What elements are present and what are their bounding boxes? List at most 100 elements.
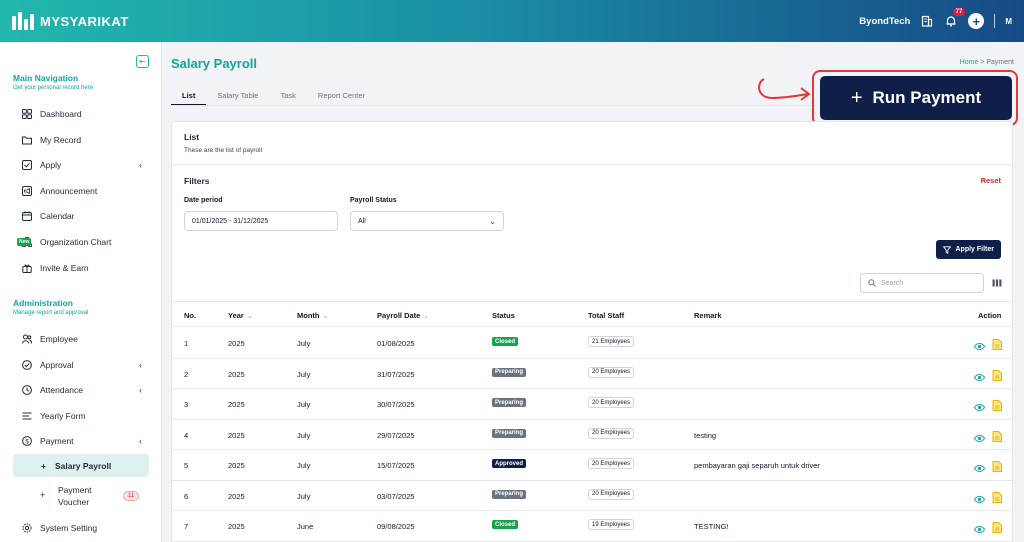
tab-salary-table[interactable]: Salary Table bbox=[206, 86, 269, 106]
collapse-sidebar-icon[interactable]: ⇤ bbox=[136, 55, 149, 68]
search-input[interactable]: Search bbox=[860, 273, 984, 293]
table-row: 1 2025 July 01/08/2025 Closed 21 Employees bbox=[172, 328, 1012, 359]
run-payment-button[interactable]: + Run Payment bbox=[820, 76, 1012, 120]
sidebar-item-employee[interactable]: Employee bbox=[22, 331, 142, 347]
gear-icon bbox=[22, 523, 32, 533]
sidebar-item-dashboard[interactable]: Dashboard bbox=[22, 106, 142, 122]
sidebar-item-organization-chart[interactable]: New Organization Chart bbox=[17, 234, 142, 250]
sidebar-subitem-payment-voucher[interactable]: + Payment Voucher 11 bbox=[40, 482, 150, 510]
eye-icon[interactable] bbox=[973, 430, 986, 442]
sidebar-item-attendance[interactable]: Attendance ‹ bbox=[22, 382, 142, 398]
sidebar-item-label: Announcement bbox=[40, 186, 98, 196]
eye-icon[interactable] bbox=[973, 521, 986, 533]
cell-year: 2025 bbox=[228, 339, 245, 348]
chevron-left-icon: ‹ bbox=[139, 436, 142, 446]
users-icon bbox=[22, 334, 32, 344]
eye-icon[interactable] bbox=[973, 399, 986, 411]
sidebar-item-yearly-form[interactable]: Yearly Form bbox=[22, 408, 142, 424]
cell-year: 2025 bbox=[228, 522, 245, 531]
tab-list[interactable]: List bbox=[171, 86, 207, 106]
tab-report-center[interactable]: Report Center bbox=[307, 86, 376, 106]
form-icon bbox=[22, 411, 32, 421]
clock-icon bbox=[22, 385, 32, 395]
company-building-icon[interactable] bbox=[920, 14, 934, 28]
cell-payroll-date: 31/07/2025 bbox=[377, 369, 415, 379]
sidebar-item-label: Approval bbox=[40, 360, 74, 370]
top-bar: MYSYARIKAT ByondTech 77 + M bbox=[0, 0, 1024, 42]
column-header-label: Year bbox=[228, 311, 244, 320]
document-icon[interactable] bbox=[992, 337, 1002, 350]
sidebar-subitem-label-line2: Voucher bbox=[58, 497, 90, 507]
sidebar-subitem-label: Salary Payroll bbox=[54, 460, 112, 471]
cell-year: 2025 bbox=[228, 369, 245, 379]
column-header-label: Month bbox=[297, 311, 320, 320]
tab-task[interactable]: Task bbox=[269, 86, 306, 106]
sidebar-item-announcement[interactable]: Announcement bbox=[22, 183, 142, 199]
document-icon[interactable] bbox=[992, 398, 1002, 411]
document-icon[interactable] bbox=[992, 429, 1002, 442]
sidebar-item-label: Invite & Earn bbox=[40, 263, 89, 273]
columns-icon[interactable] bbox=[992, 279, 1002, 287]
app-logo[interactable]: MYSYARIKAT bbox=[12, 12, 129, 30]
chevron-down-icon: ⌄ bbox=[489, 216, 496, 226]
table-header: No. Year ⌄ Month ⌄ Payroll Date ⌄ Status To… bbox=[172, 301, 1012, 327]
date-period-input[interactable]: 01/01/2025 - 31/12/2025 bbox=[184, 211, 338, 231]
apply-filter-button[interactable]: Apply Filter bbox=[936, 240, 1001, 259]
eye-icon[interactable] bbox=[973, 460, 986, 472]
status-badge: Preparing bbox=[492, 428, 527, 438]
plus-icon: + bbox=[41, 460, 46, 471]
sidebar-item-label: Attendance bbox=[40, 385, 84, 395]
breadcrumb-separator: > bbox=[980, 59, 985, 66]
sidebar-item-calendar[interactable]: Calendar bbox=[22, 208, 142, 224]
status-badge: Preparing bbox=[492, 367, 527, 377]
eye-icon[interactable] bbox=[973, 491, 986, 503]
column-header-payroll-date[interactable]: Payroll Date ⌄ bbox=[377, 311, 429, 320]
user-avatar[interactable]: M bbox=[1005, 17, 1012, 26]
reset-button[interactable]: Reset bbox=[981, 176, 1001, 185]
sidebar-item-apply[interactable]: Apply ‹ bbox=[22, 157, 142, 173]
bell-icon[interactable]: 77 bbox=[944, 8, 966, 28]
cell-year: 2025 bbox=[228, 491, 245, 501]
sidebar-item-my-record[interactable]: My Record bbox=[22, 132, 142, 148]
new-badge: New bbox=[17, 238, 32, 246]
sort-icon: ⌄ bbox=[322, 313, 329, 320]
sidebar-item-label: System Setting bbox=[40, 523, 98, 533]
breadcrumb-home[interactable]: Home bbox=[960, 59, 979, 66]
table-row: 6 2025 July 03/07/2025 Preparing 20 Employees bbox=[172, 481, 1012, 511]
sidebar-item-approval[interactable]: Approval ‹ bbox=[22, 357, 142, 373]
table-row: 4 2025 July 29/07/2025 Preparing 20 Employees… bbox=[172, 420, 1012, 450]
table-row: 5 2025 July 15/07/2025 Approved 20 Employees p… bbox=[172, 450, 1012, 481]
sidebar-item-payment[interactable]: $ Payment ‹ bbox=[22, 433, 142, 449]
cell-no: 3 bbox=[184, 400, 189, 409]
column-header-month[interactable]: Month ⌄ bbox=[297, 311, 328, 320]
approval-icon bbox=[22, 360, 32, 370]
sidebar-subitem-salary-payroll[interactable]: + Salary Payroll bbox=[13, 454, 149, 477]
eye-icon[interactable] bbox=[973, 338, 986, 350]
voucher-count-badge: 11 bbox=[123, 491, 140, 501]
app-name: MYSYARIKAT bbox=[40, 13, 129, 29]
status-badge: Closed bbox=[492, 520, 519, 529]
payroll-status-select[interactable]: All ⌄ bbox=[350, 211, 504, 231]
plus-icon: + bbox=[40, 490, 46, 500]
document-icon[interactable] bbox=[992, 368, 1002, 381]
cell-no: 5 bbox=[184, 461, 189, 470]
quick-add-icon[interactable]: + bbox=[968, 13, 985, 29]
sidebar-item-invite-earn[interactable]: Invite & Earn bbox=[22, 260, 142, 276]
company-name[interactable]: ByondTech bbox=[859, 16, 910, 27]
cell-year: 2025 bbox=[228, 430, 245, 440]
calendar-icon bbox=[22, 211, 32, 221]
document-icon[interactable] bbox=[992, 490, 1002, 503]
document-icon[interactable] bbox=[992, 459, 1002, 472]
sidebar-subitem-label: Payment Voucher bbox=[58, 484, 92, 508]
sidebar-item-system-setting[interactable]: System Setting bbox=[22, 520, 142, 536]
card-subtitle: These are the list of payroll bbox=[184, 147, 263, 154]
payroll-status-label: Payroll Status bbox=[350, 197, 397, 204]
sidebar: ⇤ Main Navigation Get your personal reco… bbox=[0, 42, 162, 542]
eye-icon[interactable] bbox=[973, 369, 986, 381]
document-icon[interactable] bbox=[992, 520, 1002, 533]
admin-subtitle: Manage report and approval bbox=[13, 310, 89, 316]
column-header-year[interactable]: Year ⌄ bbox=[228, 311, 253, 320]
sort-icon: ⌄ bbox=[246, 313, 253, 320]
tab-bar: List Salary Table Task Report Center bbox=[171, 86, 376, 106]
cell-month: July bbox=[297, 369, 311, 379]
